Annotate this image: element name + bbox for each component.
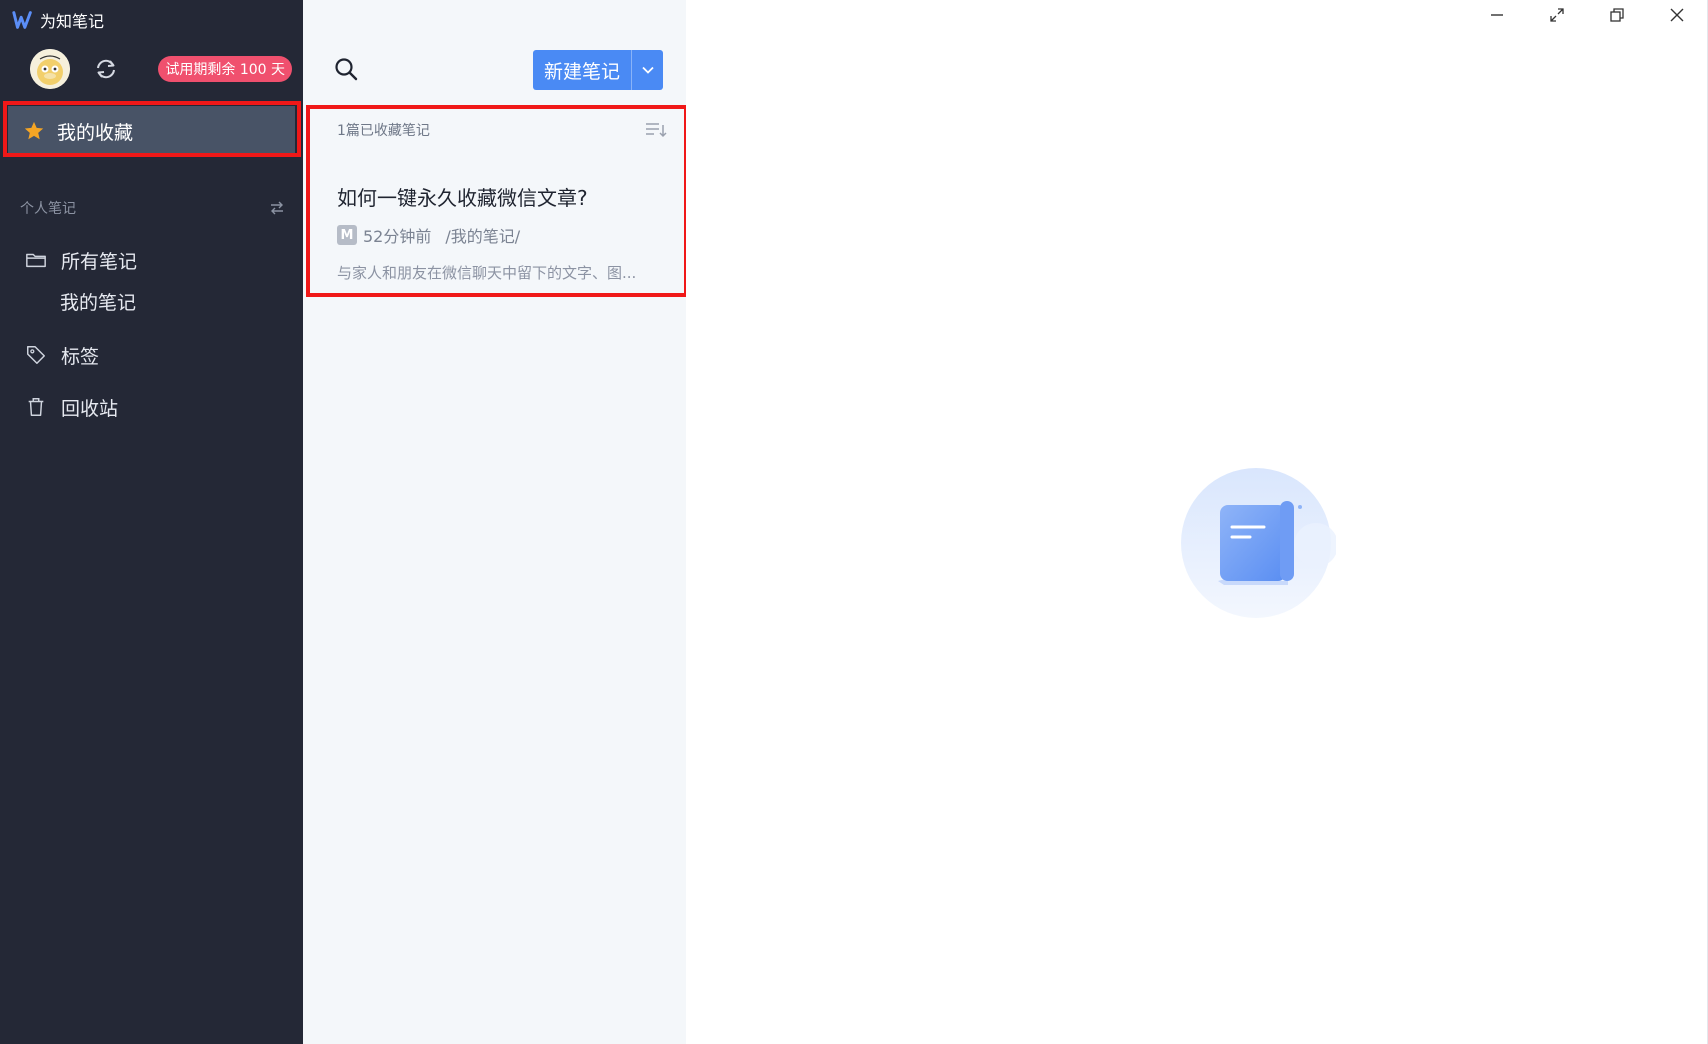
app-window: 为知笔记 试用期剩余 100 天 我的收藏 个人笔记 所有笔记 我的笔记 标签 … — [0, 0, 1708, 1044]
fullscreen-button[interactable] — [1527, 0, 1587, 30]
sync-icon[interactable] — [92, 55, 120, 83]
note-snippet: 与家人和朋友在微信聊天中留下的文字、图... — [337, 264, 637, 282]
note-time: 52分钟前 — [363, 227, 432, 246]
switch-icon[interactable] — [269, 201, 285, 215]
sidebar-item-label: 标签 — [61, 345, 100, 368]
sidebar-item-trash[interactable]: 回收站 — [25, 391, 285, 423]
empty-note-illustration — [1181, 468, 1336, 618]
app-title-bar: 为知笔记 — [12, 8, 104, 32]
note-path: /我的笔记/ — [445, 227, 521, 246]
expand-icon — [1550, 8, 1564, 22]
markdown-icon: M — [337, 225, 357, 245]
restore-button[interactable] — [1587, 0, 1647, 30]
sidebar-item-my-notes[interactable]: 我的笔记 — [60, 286, 136, 316]
minimize-button[interactable] — [1467, 0, 1527, 30]
note-meta: M 52分钟前 /我的笔记/ — [337, 224, 520, 246]
sidebar-item-label: 我的笔记 — [60, 291, 137, 314]
user-row: 试用期剩余 100 天 — [30, 48, 292, 90]
note-title: 如何一键永久收藏微信文章? — [337, 186, 588, 210]
sidebar-item-tags[interactable]: 标签 — [25, 339, 285, 371]
note-content-pane — [686, 0, 1708, 1044]
note-list-item[interactable]: 如何一键永久收藏微信文章? M 52分钟前 /我的笔记/ 与家人和朋友在微信聊天… — [303, 0, 686, 300]
sidebar-item-all-notes[interactable]: 所有笔记 — [25, 244, 285, 276]
sidebar-item-label: 我的收藏 — [57, 121, 134, 144]
trial-badge[interactable]: 试用期剩余 100 天 — [158, 56, 292, 82]
avatar[interactable] — [30, 49, 70, 89]
minimize-icon — [1491, 14, 1503, 16]
close-icon — [1670, 8, 1684, 22]
star-icon — [24, 121, 44, 140]
sidebar-item-label: 所有笔记 — [61, 250, 138, 273]
restore-icon — [1610, 8, 1624, 22]
window-controls — [1467, 0, 1707, 32]
note-list-pane: 新建笔记 1篇已收藏笔记 如何一键永久收藏微信文章? M 52分钟前 /我的笔记… — [303, 0, 688, 1044]
folder-icon — [26, 253, 46, 268]
close-button[interactable] — [1647, 0, 1707, 30]
sidebar: 为知笔记 试用期剩余 100 天 我的收藏 个人笔记 所有笔记 我的笔记 标签 … — [0, 0, 303, 1044]
section-personal-notes: 个人笔记 — [20, 198, 285, 218]
wiznote-logo-icon — [12, 11, 32, 29]
sidebar-item-label: 回收站 — [61, 397, 119, 420]
app-title: 为知笔记 — [40, 12, 105, 31]
trash-icon — [28, 398, 44, 416]
sidebar-item-favorites[interactable]: 我的收藏 — [8, 106, 295, 156]
section-label: 个人笔记 — [20, 201, 76, 217]
tag-icon — [27, 346, 45, 364]
